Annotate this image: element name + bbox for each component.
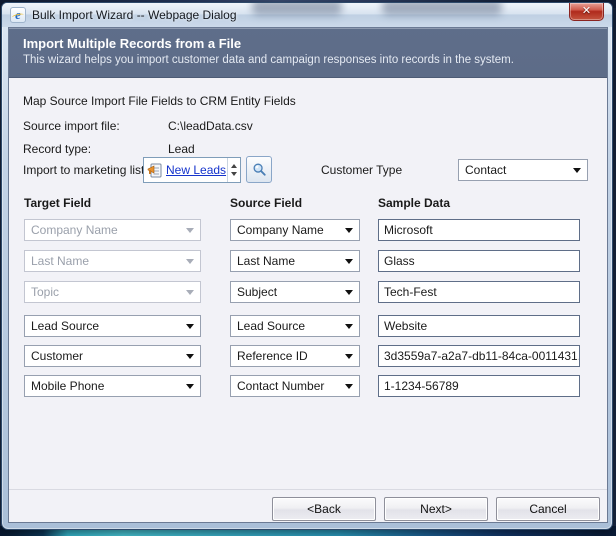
target-field-value: Company Name — [31, 223, 118, 237]
target-field-select[interactable]: Mobile Phone — [24, 375, 201, 397]
cancel-button[interactable]: Cancel — [496, 497, 600, 521]
dropdown-arrow-icon — [345, 228, 353, 233]
target-field-value: Topic — [31, 285, 59, 299]
target-field-select[interactable]: Customer — [24, 345, 201, 367]
map-heading: Map Source Import File Fields to CRM Ent… — [23, 94, 296, 108]
target-field-value: Mobile Phone — [31, 379, 104, 393]
dropdown-arrow-icon — [186, 259, 194, 264]
sample-data-field[interactable]: 3d3559a7-a2a7-db11-84ca-0011431... — [378, 345, 580, 367]
source-field-select[interactable]: Company Name — [230, 219, 360, 241]
sample-data-value: Microsoft — [384, 223, 433, 237]
source-field-value: Lead Source — [237, 319, 305, 333]
record-type-value: Lead — [168, 142, 195, 156]
sample-data-value: Glass — [384, 254, 415, 268]
marketing-list-link[interactable]: New Leads — [166, 163, 226, 177]
dropdown-arrow-icon — [345, 324, 353, 329]
bulk-import-wizard-dialog: e Bulk Import Wizard -- Webpage Dialog ✕… — [1, 2, 613, 530]
sample-data-value: Tech-Fest — [384, 285, 437, 299]
spinner-up-icon[interactable] — [231, 164, 237, 168]
dropdown-arrow-icon — [186, 384, 194, 389]
marketing-list-label: Import to marketing list: — [23, 163, 148, 177]
next-button[interactable]: Next> — [384, 497, 488, 521]
column-header-source: Source Field — [230, 196, 360, 210]
dropdown-arrow-icon — [573, 168, 581, 173]
target-field-value: Lead Source — [31, 319, 99, 333]
sample-data-field[interactable]: 1-1234-56789 — [378, 375, 580, 397]
column-header-target: Target Field — [24, 196, 201, 210]
page-subtitle: This wizard helps you import customer da… — [23, 54, 607, 66]
sample-data-value: Website — [384, 319, 427, 333]
dropdown-arrow-icon — [345, 354, 353, 359]
desktop: { "window": { "title": "Bulk Import Wiza… — [0, 0, 616, 536]
dropdown-arrow-icon — [345, 259, 353, 264]
lookup-search-button[interactable] — [246, 156, 272, 183]
magnifier-icon — [252, 162, 267, 177]
record-type-label: Record type: — [23, 142, 91, 156]
target-field-select[interactable]: Lead Source — [24, 315, 201, 337]
glass-reflection — [252, 3, 342, 15]
title-bar[interactable]: e Bulk Import Wizard -- Webpage Dialog ✕ — [2, 3, 612, 27]
ie-icon: e — [10, 7, 26, 23]
back-button[interactable]: <Back — [272, 497, 376, 521]
dialog-content: Import Multiple Records from a File This… — [8, 27, 608, 523]
sample-data-field[interactable]: Glass — [378, 250, 580, 272]
close-icon[interactable]: ✕ — [569, 3, 604, 21]
target-field-select: Topic — [24, 281, 201, 303]
window-title: Bulk Import Wizard -- Webpage Dialog — [32, 8, 237, 22]
source-field-select[interactable]: Reference ID — [230, 345, 360, 367]
page-title: Import Multiple Records from a File — [23, 36, 607, 51]
sample-data-value: 3d3559a7-a2a7-db11-84ca-0011431... — [384, 349, 580, 363]
target-field-value: Customer — [31, 349, 83, 363]
customer-type-label: Customer Type — [321, 163, 402, 177]
source-field-value: Reference ID — [237, 349, 308, 363]
source-field-select[interactable]: Contact Number — [230, 375, 360, 397]
source-field-value: Subject — [237, 285, 277, 299]
source-field-select[interactable]: Lead Source — [230, 315, 360, 337]
sample-data-field[interactable]: Website — [378, 315, 580, 337]
marketing-list-icon — [147, 162, 163, 178]
sample-data-field[interactable]: Tech-Fest — [378, 281, 580, 303]
source-field-value: Company Name — [237, 223, 324, 237]
column-header-sample: Sample Data — [378, 196, 580, 210]
target-field-value: Last Name — [31, 254, 89, 268]
dropdown-arrow-icon — [186, 354, 194, 359]
dropdown-arrow-icon — [186, 290, 194, 295]
target-field-select: Company Name — [24, 219, 201, 241]
dropdown-arrow-icon — [186, 324, 194, 329]
spinner-down-icon[interactable] — [231, 172, 237, 176]
marketing-list-lookup[interactable]: New Leads — [143, 157, 241, 183]
dropdown-arrow-icon — [186, 228, 194, 233]
footer-divider — [9, 489, 607, 490]
source-field-value: Contact Number — [237, 379, 324, 393]
lookup-spinner[interactable] — [227, 158, 240, 182]
sample-data-value: 1-1234-56789 — [384, 379, 459, 393]
target-field-select: Last Name — [24, 250, 201, 272]
source-field-value: Last Name — [237, 254, 295, 268]
source-file-label: Source import file: — [23, 119, 120, 133]
footer-buttons: <Back Next> Cancel — [272, 497, 600, 521]
source-field-select[interactable]: Subject — [230, 281, 360, 303]
wizard-header: Import Multiple Records from a File This… — [9, 28, 607, 78]
dropdown-arrow-icon — [345, 384, 353, 389]
sample-data-field[interactable]: Microsoft — [378, 219, 580, 241]
customer-type-value: Contact — [465, 163, 506, 177]
source-field-select[interactable]: Last Name — [230, 250, 360, 272]
glass-reflection — [382, 3, 502, 15]
customer-type-select[interactable]: Contact — [458, 159, 588, 181]
dropdown-arrow-icon — [345, 290, 353, 295]
source-file-value: C:\leadData.csv — [168, 119, 253, 133]
